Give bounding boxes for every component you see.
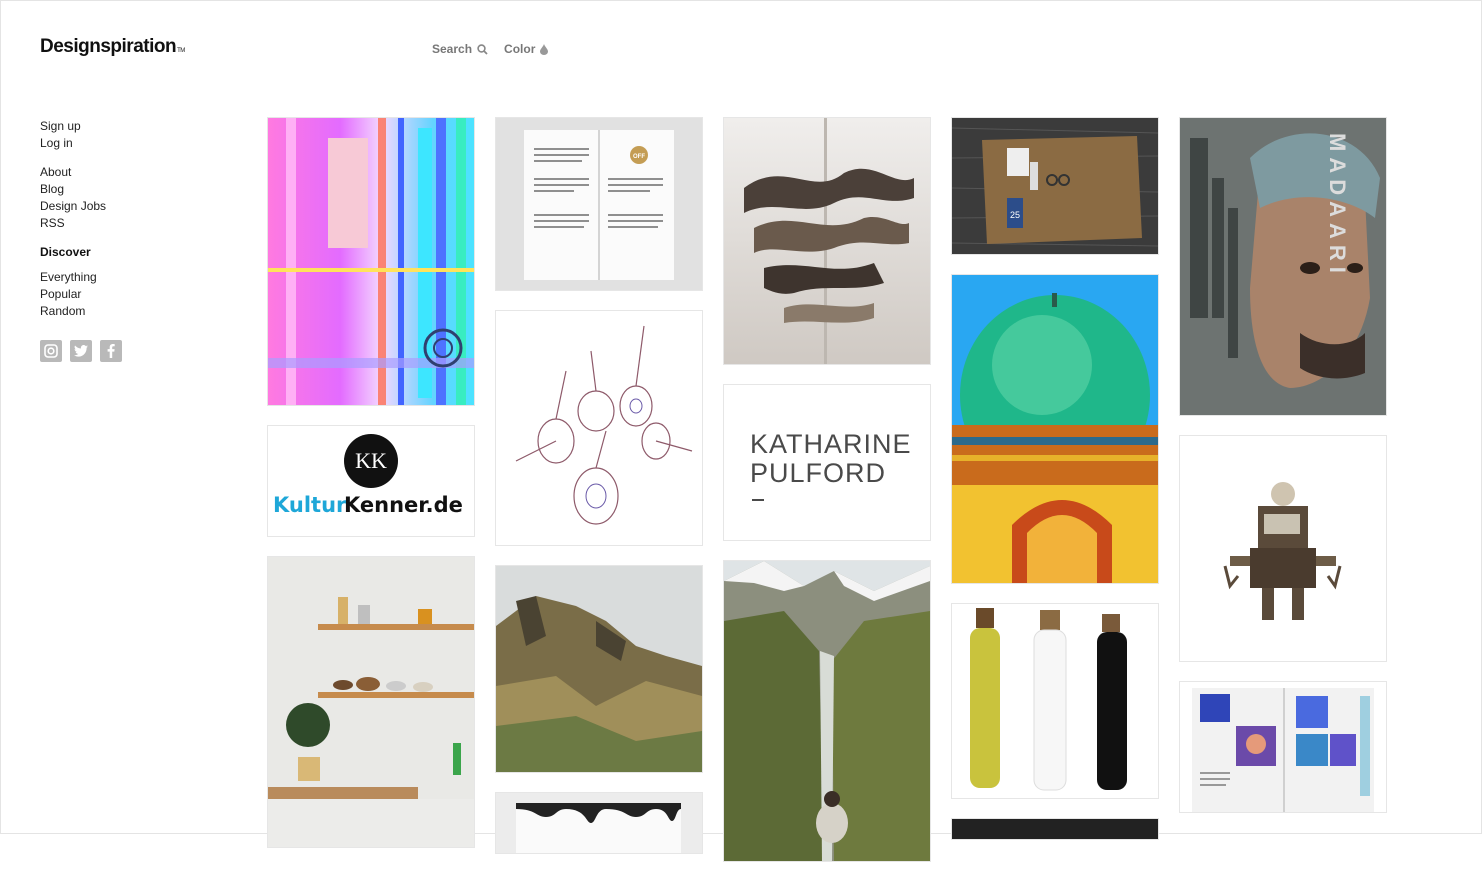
about-link[interactable]: About bbox=[40, 164, 122, 181]
katharine-text: KATHARINE bbox=[750, 429, 912, 459]
image-tile-canyon[interactable] bbox=[724, 561, 930, 861]
sign-up-link[interactable]: Sign up bbox=[40, 118, 122, 135]
image-tile-mosque-dome[interactable] bbox=[952, 275, 1158, 583]
image-tile-katharine-pulford[interactable]: KATHARINE PULFORD bbox=[724, 385, 930, 540]
search-label: Search bbox=[432, 42, 473, 56]
image-tile-guitars[interactable] bbox=[496, 311, 702, 545]
grid-column-2: OFF bbox=[496, 118, 702, 874]
info-links: About Blog Design Jobs RSS bbox=[40, 164, 122, 232]
image-tile-sculpture[interactable] bbox=[724, 118, 930, 364]
twitter-icon[interactable] bbox=[70, 340, 92, 362]
image-tile-magazine[interactable]: OFF bbox=[496, 118, 702, 290]
kulturkenner-logo: KK Kultur Kenner.de bbox=[273, 434, 463, 517]
guitar-sketch-image bbox=[515, 325, 693, 525]
madaari-poster-image: MADAARI bbox=[1180, 118, 1386, 415]
open-magazine-image bbox=[1192, 688, 1374, 812]
shop-tag-number: 25 bbox=[1010, 210, 1020, 220]
instagram-icon[interactable] bbox=[40, 340, 62, 362]
image-tile-kulturkenner[interactable]: KK Kultur Kenner.de bbox=[268, 426, 474, 536]
social-links bbox=[40, 340, 122, 362]
image-tile-drips[interactable] bbox=[496, 793, 702, 853]
kk-monogram: KK bbox=[355, 448, 387, 473]
mosque-dome-image bbox=[952, 275, 1158, 583]
glitch-art-image bbox=[268, 118, 474, 405]
distorted-sculpture-image bbox=[724, 118, 930, 364]
color-label: Color bbox=[504, 42, 536, 56]
blog-link[interactable]: Blog bbox=[40, 181, 122, 198]
image-tile-madaari-poster[interactable]: MADAARI bbox=[1180, 118, 1386, 415]
kenner-text: Kenner.de bbox=[344, 493, 463, 517]
image-tile-kitchen[interactable] bbox=[268, 557, 474, 847]
search-icon bbox=[477, 43, 488, 55]
image-tile-glitch-art[interactable] bbox=[268, 118, 474, 405]
image-tile-robot[interactable] bbox=[1180, 436, 1386, 661]
everything-link[interactable]: Everything bbox=[40, 269, 122, 286]
drip-art-image bbox=[516, 803, 681, 853]
log-in-link[interactable]: Log in bbox=[40, 135, 122, 152]
madaari-title: MADAARI bbox=[1325, 133, 1350, 279]
color-link[interactable]: Color bbox=[504, 42, 549, 56]
random-link[interactable]: Random bbox=[40, 303, 122, 320]
grid-column-5: MADAARI bbox=[1180, 118, 1386, 833]
magazine-spread-image: OFF bbox=[496, 118, 702, 290]
image-tile-leather-case[interactable]: 25 bbox=[952, 118, 1158, 254]
grid-column-1: KK Kultur Kenner.de bbox=[268, 118, 474, 868]
drop-icon bbox=[540, 43, 549, 55]
discover-links: Everything Popular Random bbox=[40, 269, 122, 320]
image-tile-dark-partial[interactable] bbox=[952, 819, 1158, 839]
design-jobs-link[interactable]: Design Jobs bbox=[40, 198, 122, 215]
top-nav: Search Color bbox=[432, 42, 549, 56]
grid-column-4: 25 bbox=[952, 118, 1158, 860]
pulford-text: PULFORD bbox=[750, 458, 886, 488]
magazine-badge: OFF bbox=[633, 154, 645, 160]
kultur-text: Kultur bbox=[273, 493, 347, 517]
canyon-waterfall-image bbox=[724, 561, 930, 861]
account-links: Sign up Log in bbox=[40, 118, 122, 152]
rss-link[interactable]: RSS bbox=[40, 215, 122, 232]
leather-case-image: 25 bbox=[952, 118, 1158, 254]
sidebar: Sign up Log in About Blog Design Jobs RS… bbox=[40, 118, 122, 362]
search-link[interactable]: Search bbox=[432, 42, 488, 56]
mountain-landscape-image bbox=[496, 566, 702, 772]
discover-heading: Discover bbox=[40, 245, 91, 259]
image-tile-mountains[interactable] bbox=[496, 566, 702, 772]
robot-toy-image bbox=[1223, 482, 1342, 620]
bottles-image bbox=[970, 608, 1127, 791]
katharine-pulford-logo: KATHARINE PULFORD bbox=[750, 429, 912, 501]
image-tile-open-magazine[interactable] bbox=[1180, 682, 1386, 812]
popular-link[interactable]: Popular bbox=[40, 286, 122, 303]
grid-column-3: KATHARINE PULFORD bbox=[724, 118, 930, 882]
image-tile-bottles[interactable] bbox=[952, 604, 1158, 798]
site-logo[interactable]: DesignspirationTM bbox=[40, 36, 185, 58]
facebook-icon[interactable] bbox=[100, 340, 122, 362]
kitchen-image bbox=[268, 557, 474, 847]
